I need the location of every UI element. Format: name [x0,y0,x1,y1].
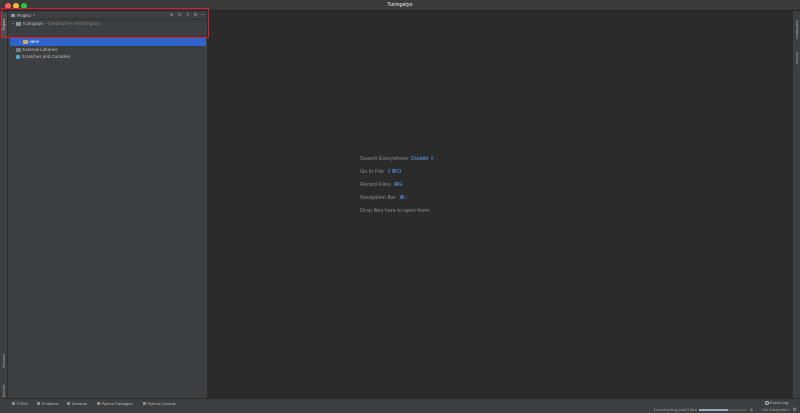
hint-search-everywhere: Search Everywhere Double ⇧ [360,156,435,162]
right-tool-strip: Notifications SciView [792,11,800,398]
hint-recent-files: Recent Files ⌘E [360,182,403,188]
tab-structure[interactable]: Structure [1,349,7,373]
tool-window-terminal[interactable]: Terminal [67,401,87,406]
chevron-right-icon[interactable]: › [11,54,15,61]
hint-go-to-file: Go to File ⇧⌘O [360,169,402,175]
progress-fill [699,409,728,411]
editor-empty-hints: Search Everywhere Double ⇧ Go to File ⇧⌘O … [360,156,435,221]
library-icon [16,48,21,52]
python-console-icon [143,402,146,406]
progress-label: Downloading pack3 files [653,407,697,412]
tree-item-label: venv [29,39,40,44]
folder-icon [23,40,28,44]
tree-item-external-libraries[interactable]: › External Libraries [8,46,208,53]
project-panel: Project ▾ ⊕ ⇅ ⇕ ⚙ — ▾ Turingalyo ~/Desktop… [8,11,208,398]
problems-icon [37,402,40,406]
left-tool-strip: Project Structure Favorites [0,11,8,399]
tool-window-python-console[interactable]: Python Console [143,401,176,406]
tree-item-label: External Libraries [22,47,58,52]
tool-window-todo[interactable]: TODO [12,401,28,406]
progress-bar [699,409,747,411]
hint-navigation-bar: Navigation Bar ⌘↑ [360,195,408,201]
event-log-button[interactable]: Event Log [764,400,788,405]
annotation-highlight-box [1,8,209,38]
chevron-right-icon[interactable]: › [18,38,22,46]
tool-window-python-packages[interactable]: Python Packages [97,401,133,406]
editor-area[interactable]: Search Everywhere Double ⇧ Go to File ⇧⌘O … [209,11,792,398]
packages-icon [97,402,100,406]
scratches-icon [16,54,20,59]
terminal-icon [67,402,70,406]
interpreter-selector[interactable]: <No interpreter> [761,407,790,413]
tab-notifications[interactable]: Notifications [794,17,800,43]
todo-icon [12,402,15,406]
hint-drop-files: Drop files here to open them [360,208,430,214]
tree-item-scratches[interactable]: › Scratches and Consoles [8,53,208,60]
settings-icon[interactable]: ⚙ [793,407,797,413]
tree-item-venv[interactable]: › venv [10,38,206,46]
cancel-icon[interactable]: ⊗ [750,407,753,413]
event-log-icon [764,400,769,405]
status-line: Downloading pack3 files ⊗ <No interprete… [0,407,800,413]
tab-sciview[interactable]: SciView [794,47,800,69]
status-bar: TODO Problems Terminal Python Packages P… [0,398,800,413]
tree-item-label: Scratches and Consoles [21,54,71,59]
tool-window-problems[interactable]: Problems [37,401,58,406]
